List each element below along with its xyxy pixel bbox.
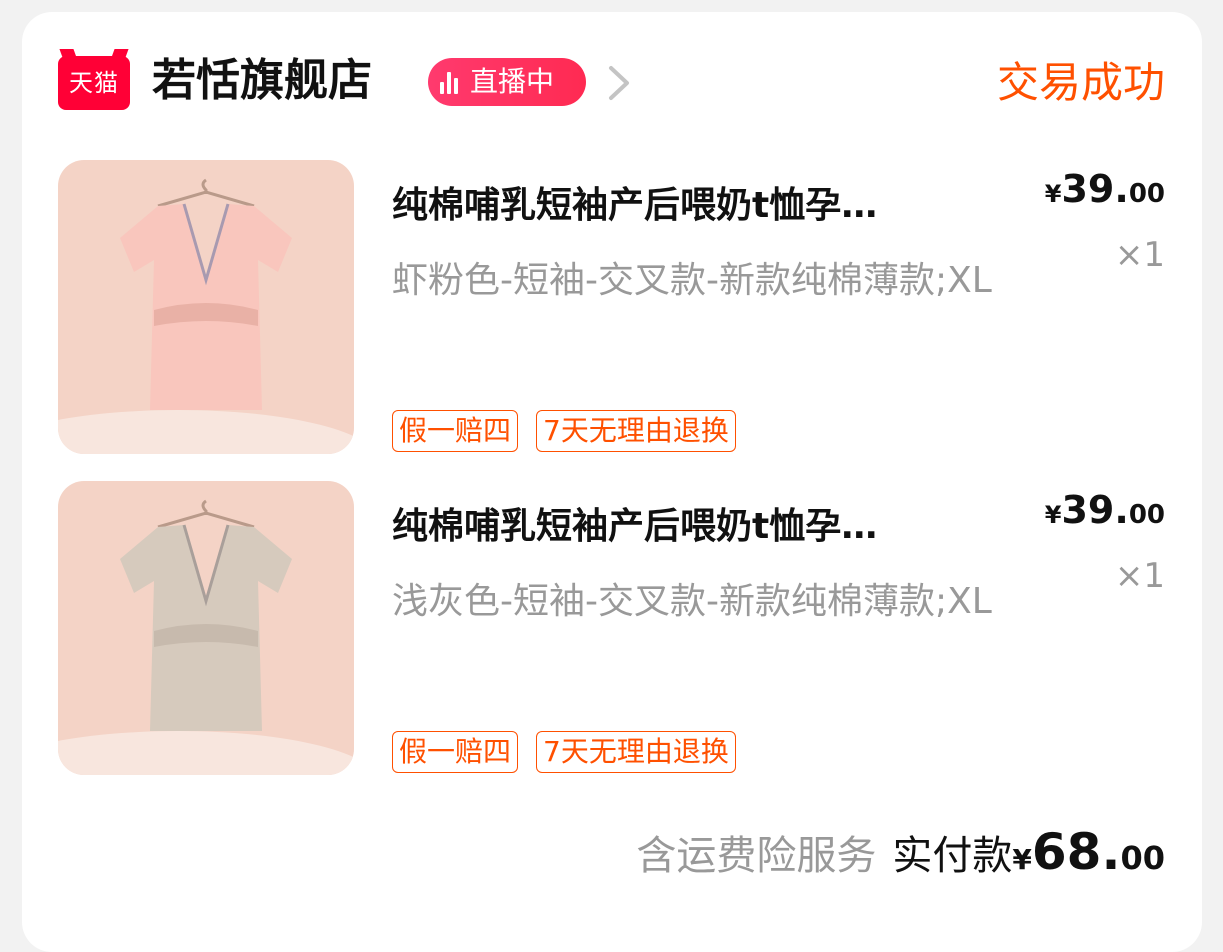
price-decimal: 00	[1128, 179, 1165, 209]
live-label: 直播中	[470, 65, 555, 98]
tmall-logo: 天猫	[58, 56, 130, 110]
product-spec: 浅灰色-短袖-交叉款-新款纯棉薄款;XL	[392, 581, 992, 622]
service-tags: 假一赔四 7天无理由退换	[392, 731, 736, 773]
total-amount-decimal: 00	[1120, 839, 1165, 877]
product-image[interactable]	[58, 160, 354, 454]
product-image[interactable]	[58, 481, 354, 775]
product-spec: 虾粉色-短袖-交叉款-新款纯棉薄款;XL	[392, 260, 992, 301]
product-title[interactable]: 纯棉哺乳短袖产后喂奶t恤孕…	[392, 501, 1022, 553]
product-price: ¥39.00	[1045, 164, 1165, 222]
order-footer: 含运费险服务 实付款 ¥68. 00	[636, 822, 1165, 890]
product-quantity: ×1	[1114, 235, 1165, 275]
live-bars-icon	[440, 70, 466, 94]
tag-7day-return: 7天无理由退换	[536, 410, 736, 452]
store-name[interactable]: 若恬旗舰店	[152, 50, 372, 112]
total-amount-integer: 68.	[1031, 823, 1121, 881]
price-currency: ¥	[1044, 180, 1062, 208]
tag-fake-pay-four: 假一赔四	[392, 731, 519, 773]
tag-fake-pay-four: 假一赔四	[392, 410, 519, 452]
price-currency: ¥	[1044, 501, 1062, 529]
tmall-logo-text: 天猫	[69, 69, 119, 97]
order-item[interactable]: 纯棉哺乳短袖产后喂奶t恤孕… 虾粉色-短袖-交叉款-新款纯棉薄款;XL 假一赔四…	[0, 160, 1223, 456]
order-status: 交易成功	[996, 58, 1165, 107]
total-currency: ¥	[1012, 843, 1032, 876]
chevron-right-icon[interactable]	[603, 64, 639, 102]
price-integer: 39.	[1061, 488, 1129, 532]
order-item[interactable]: 纯棉哺乳短袖产后喂奶t恤孕… 浅灰色-短袖-交叉款-新款纯棉薄款;XL 假一赔四…	[0, 481, 1223, 777]
service-tags: 假一赔四 7天无理由退换	[392, 410, 736, 452]
tag-7day-return: 7天无理由退换	[536, 731, 736, 773]
product-price: ¥39.00	[1045, 485, 1165, 543]
live-badge[interactable]: 直播中	[428, 58, 586, 106]
product-quantity: ×1	[1114, 556, 1165, 596]
price-decimal: 00	[1128, 500, 1165, 530]
shipping-insurance-note: 含运费险服务	[636, 833, 877, 879]
product-title[interactable]: 纯棉哺乳短袖产后喂奶t恤孕…	[392, 180, 1022, 232]
paid-label: 实付款	[892, 833, 1013, 879]
price-integer: 39.	[1061, 167, 1129, 211]
